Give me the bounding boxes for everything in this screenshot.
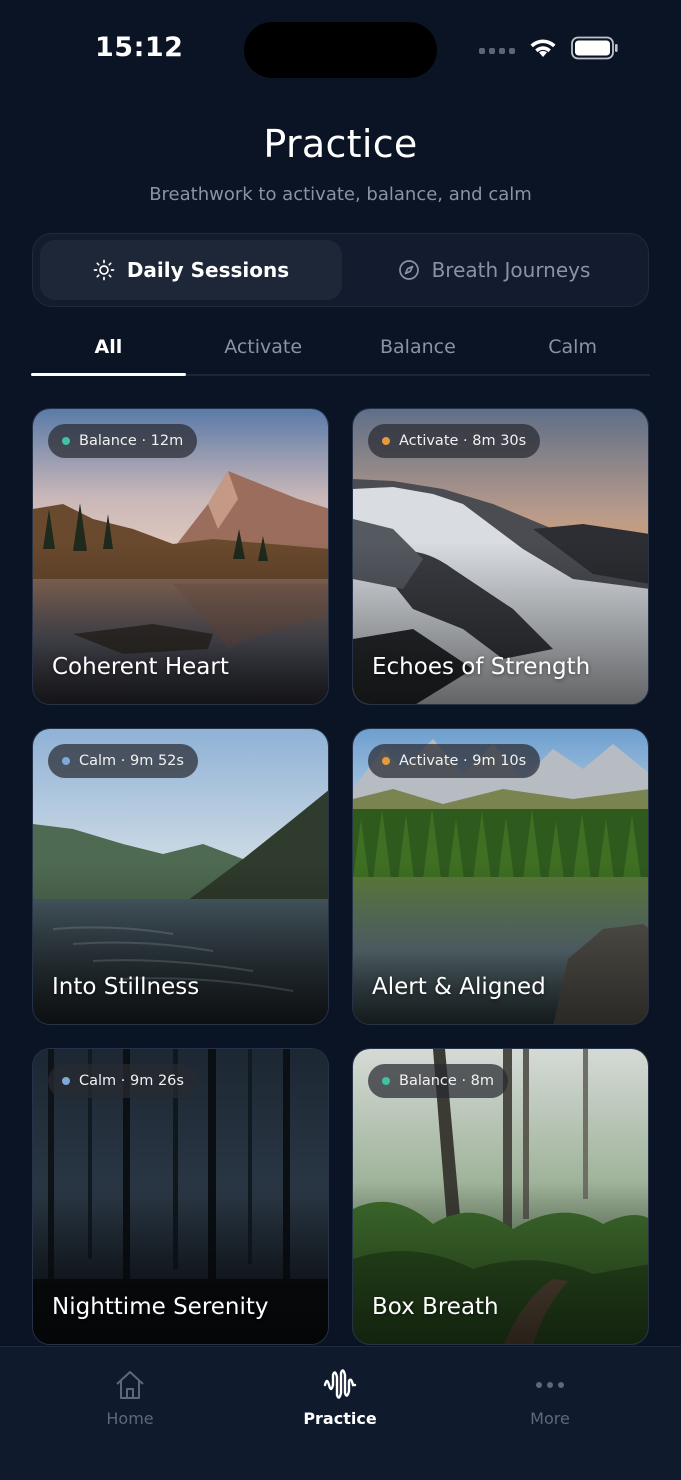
- session-type-segmented-control: Daily Sessions Breath Journeys: [32, 233, 649, 307]
- daily-sessions-tab[interactable]: Daily Sessions: [40, 240, 342, 300]
- page-subtitle: Breathwork to activate, balance, and cal…: [149, 184, 532, 205]
- session-title: Nighttime Serenity: [52, 1294, 269, 1320]
- badge-label: Activate · 8m 30s: [399, 433, 527, 449]
- balance-dot-icon: [62, 437, 70, 445]
- page-title: Practice: [263, 122, 418, 166]
- session-card-box-breath[interactable]: Balance · 8m Box Breath: [352, 1048, 649, 1345]
- badge-label: Balance · 8m: [399, 1073, 495, 1089]
- session-title: Alert & Aligned: [372, 974, 546, 1000]
- bottom-tab-bar: Home Practice More: [0, 1346, 681, 1480]
- badge-label: Balance · 12m: [79, 433, 184, 449]
- nav-home[interactable]: Home: [60, 1367, 200, 1428]
- session-title: Coherent Heart: [52, 654, 229, 680]
- practice-screen: 15:12 Practice Breathwork to activate, b…: [0, 0, 681, 1480]
- sun-icon: [93, 259, 115, 281]
- session-card-alert-and-aligned[interactable]: Activate · 9m 10s Alert & Aligned: [352, 728, 649, 1025]
- session-card-nighttime-serenity[interactable]: Calm · 9m 26s Nighttime Serenity: [32, 1048, 329, 1345]
- nav-practice-label: Practice: [303, 1409, 377, 1428]
- category-badge: Balance · 12m: [48, 424, 198, 458]
- activate-dot-icon: [382, 437, 390, 445]
- badge-label: Calm · 9m 52s: [79, 753, 184, 769]
- breath-journeys-label: Breath Journeys: [431, 258, 591, 282]
- session-title: Box Breath: [372, 1294, 499, 1320]
- balance-dot-icon: [382, 1077, 390, 1085]
- daily-sessions-label: Daily Sessions: [126, 258, 290, 282]
- category-filter-tabs: All Activate Balance Calm: [31, 330, 650, 376]
- nav-practice[interactable]: Practice: [270, 1367, 410, 1428]
- wifi-icon: [530, 39, 556, 57]
- filter-tab-balance[interactable]: Balance: [341, 330, 496, 376]
- category-badge: Calm · 9m 52s: [48, 744, 198, 778]
- calm-dot-icon: [62, 1077, 70, 1085]
- home-icon: [112, 1367, 148, 1403]
- waveform-icon: [322, 1367, 358, 1403]
- session-card-coherent-heart[interactable]: Balance · 12m Coherent Heart: [32, 408, 329, 705]
- nav-more-label: More: [530, 1409, 570, 1428]
- status-indicators: [479, 36, 619, 60]
- session-title: Into Stillness: [52, 974, 200, 1000]
- filter-tab-calm[interactable]: Calm: [495, 330, 650, 376]
- badge-label: Activate · 9m 10s: [399, 753, 527, 769]
- session-card-echoes-of-strength[interactable]: Activate · 8m 30s Echoes of Strength: [352, 408, 649, 705]
- badge-label: Calm · 9m 26s: [79, 1073, 184, 1089]
- nav-home-label: Home: [106, 1409, 154, 1428]
- filter-tab-all[interactable]: All: [31, 330, 186, 376]
- dynamic-island: [244, 22, 437, 78]
- battery-icon: [571, 36, 618, 60]
- compass-icon: [398, 259, 420, 281]
- session-card-into-stillness[interactable]: Calm · 9m 52s Into Stillness: [32, 728, 329, 1025]
- category-badge: Activate · 8m 30s: [368, 424, 541, 458]
- activate-dot-icon: [382, 757, 390, 765]
- session-title: Echoes of Strength: [372, 654, 591, 680]
- cellular-signal-icon: [479, 42, 515, 54]
- category-badge: Calm · 9m 26s: [48, 1064, 198, 1098]
- calm-dot-icon: [62, 757, 70, 765]
- category-badge: Balance · 8m: [368, 1064, 509, 1098]
- filter-tab-activate[interactable]: Activate: [186, 330, 341, 376]
- category-badge: Activate · 9m 10s: [368, 744, 541, 778]
- status-time: 15:12: [95, 32, 184, 63]
- breath-journeys-tab[interactable]: Breath Journeys: [345, 240, 643, 300]
- nav-more[interactable]: More: [480, 1367, 620, 1428]
- more-dots-icon: [532, 1367, 568, 1403]
